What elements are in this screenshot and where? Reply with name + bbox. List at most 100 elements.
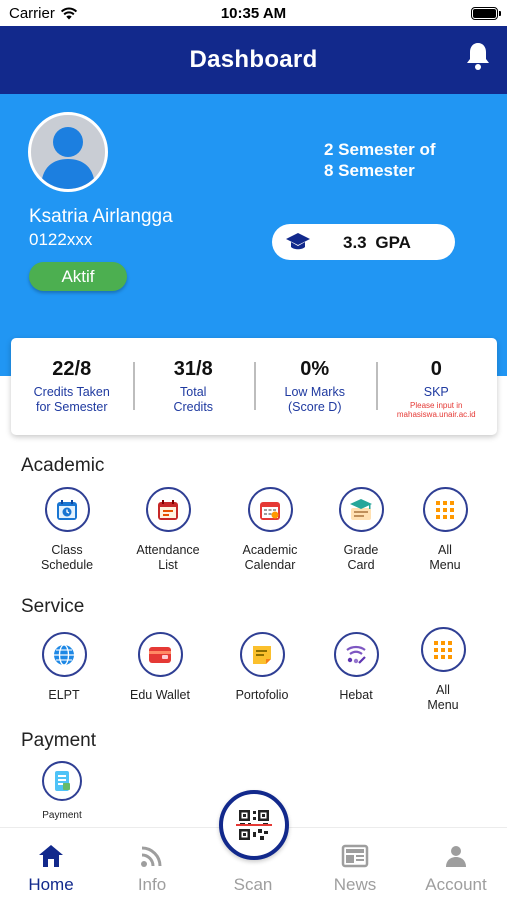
service-section-title: Service [21, 596, 85, 617]
nav-icon-wrap [1, 841, 101, 871]
menu-label-line: Attendance [136, 543, 200, 557]
stat-label-line: SKP [423, 385, 449, 399]
menu-label-line: All [436, 683, 450, 697]
icon-circle [338, 487, 384, 532]
menu-label-line: Menu [429, 558, 461, 572]
avatar[interactable] [28, 112, 108, 192]
stat-total-credits[interactable]: 31/8 Total Credits [132, 338, 255, 435]
stat-value: 0 [430, 358, 442, 380]
menu-label-line: Class [51, 543, 83, 557]
icon-circle [44, 487, 90, 532]
attendance-list-icon [158, 499, 178, 520]
scan-button[interactable] [219, 790, 289, 860]
icon-circle [422, 487, 468, 532]
academic-calendar-icon [260, 501, 280, 520]
profile-card: Ksatria Airlangga 0122xxx Aktif 2 Semest… [0, 94, 507, 376]
icon-circle [420, 627, 466, 672]
status-badge: Aktif [29, 262, 127, 291]
stat-value: 0% [300, 358, 330, 380]
hebat-icon [346, 645, 366, 664]
stat-label-line: Low Marks [284, 385, 345, 399]
menu-label-line: Edu Wallet [130, 688, 190, 702]
nav-label: Home [28, 875, 74, 894]
payment-section-title: Payment [21, 730, 96, 751]
menu-label: Class Schedule [12, 543, 122, 573]
note-icon [253, 645, 271, 664]
bell-icon [467, 43, 489, 70]
stat-skp[interactable]: 0 SKP Please input in mahasiswa.unair.ac… [375, 338, 498, 435]
clock: 10:35 AM [220, 5, 287, 22]
academic-section-title: Academic [21, 455, 105, 476]
nav-label: Account [425, 875, 487, 894]
class-schedule-button[interactable]: Class Schedule [12, 487, 122, 573]
newspaper-icon [341, 844, 369, 868]
menu-label-line: All [438, 543, 452, 557]
menu-label: All Menu [388, 683, 498, 713]
stats-card: 22/8 Credits Taken for Semester 31/8 Tot… [11, 338, 497, 435]
menu-label-line: Schedule [40, 558, 94, 572]
nav-home[interactable]: Home [1, 828, 101, 895]
semester-line-2: 8 Semester [324, 161, 415, 180]
academic-all-menu-button[interactable]: All Menu [390, 487, 500, 573]
stat-label: SKP [376, 385, 498, 400]
attendance-list-button[interactable]: Attendance List [113, 487, 223, 573]
notification-button[interactable] [465, 41, 491, 76]
icon-circle [247, 487, 293, 532]
app-header: Dashboard [0, 26, 507, 94]
grade-card-icon [350, 498, 372, 520]
icon-circle [239, 632, 285, 677]
nav-account[interactable]: Account [406, 828, 506, 895]
stat-label-line: Total [180, 385, 207, 399]
menu-label-line: Menu [427, 698, 459, 712]
nav-label: News [333, 875, 377, 894]
home-icon [39, 845, 63, 867]
stat-low-marks[interactable]: 0% Low Marks (Score D) [254, 338, 376, 435]
semester-info: 2 Semester of 8 Semester [324, 139, 494, 181]
battery-icon [471, 7, 501, 20]
icon-circle [145, 487, 191, 532]
class-schedule-icon [57, 499, 77, 520]
gpa-pill: 3.3 GPA [272, 224, 455, 260]
nav-info[interactable]: Info [102, 828, 202, 895]
menu-label: All Menu [390, 543, 500, 573]
person-icon [446, 846, 466, 867]
page-title: Dashboard [189, 46, 318, 73]
menu-label-line: ELPT [48, 688, 80, 702]
user-avatar-icon [41, 127, 95, 189]
nav-label: Scan [233, 875, 273, 894]
menu-label-line: List [158, 558, 178, 572]
stat-label: Total Credits [133, 385, 255, 415]
student-name: Ksatria Airlangga [29, 206, 173, 227]
student-id: 0122xxx [29, 230, 93, 249]
stat-credits-taken[interactable]: 22/8 Credits Taken for Semester [11, 338, 133, 435]
skp-note-line: Please input in [410, 401, 463, 410]
wallet-icon [149, 646, 171, 663]
stat-label-line: (Score D) [288, 400, 342, 414]
skp-note-line: mahasiswa.unair.ac.id [396, 410, 476, 419]
stat-value: 31/8 [173, 358, 213, 380]
stat-label-line: for Semester [35, 400, 108, 414]
grid-menu-icon [436, 500, 454, 519]
grid-menu-icon [434, 640, 452, 659]
payment-button[interactable]: Payment [7, 761, 117, 823]
menu-label: Attendance List [113, 543, 223, 573]
edu-wallet-button[interactable]: Edu Wallet [105, 632, 215, 703]
graduation-cap-icon [286, 233, 310, 250]
icon-circle [42, 761, 82, 801]
semester-line-1: 2 Semester of [324, 140, 436, 159]
payment-icon [55, 771, 70, 791]
nav-label: Info [137, 875, 167, 894]
menu-label-line: Payment [42, 810, 82, 821]
icon-circle [333, 632, 379, 677]
menu-label: ELPT [9, 688, 119, 703]
gpa-value: 3.3 GPA [343, 233, 411, 252]
elpt-button[interactable]: ELPT [9, 632, 119, 703]
qr-code-icon [236, 810, 272, 840]
nav-icon-wrap [102, 841, 202, 871]
menu-label: Edu Wallet [105, 688, 215, 703]
nav-news[interactable]: News [305, 828, 405, 895]
stat-value: 22/8 [52, 358, 92, 380]
service-all-menu-button[interactable]: All Menu [388, 627, 498, 713]
nav-icon-wrap [305, 841, 405, 871]
skp-note: Please input in mahasiswa.unair.ac.id [376, 401, 498, 419]
